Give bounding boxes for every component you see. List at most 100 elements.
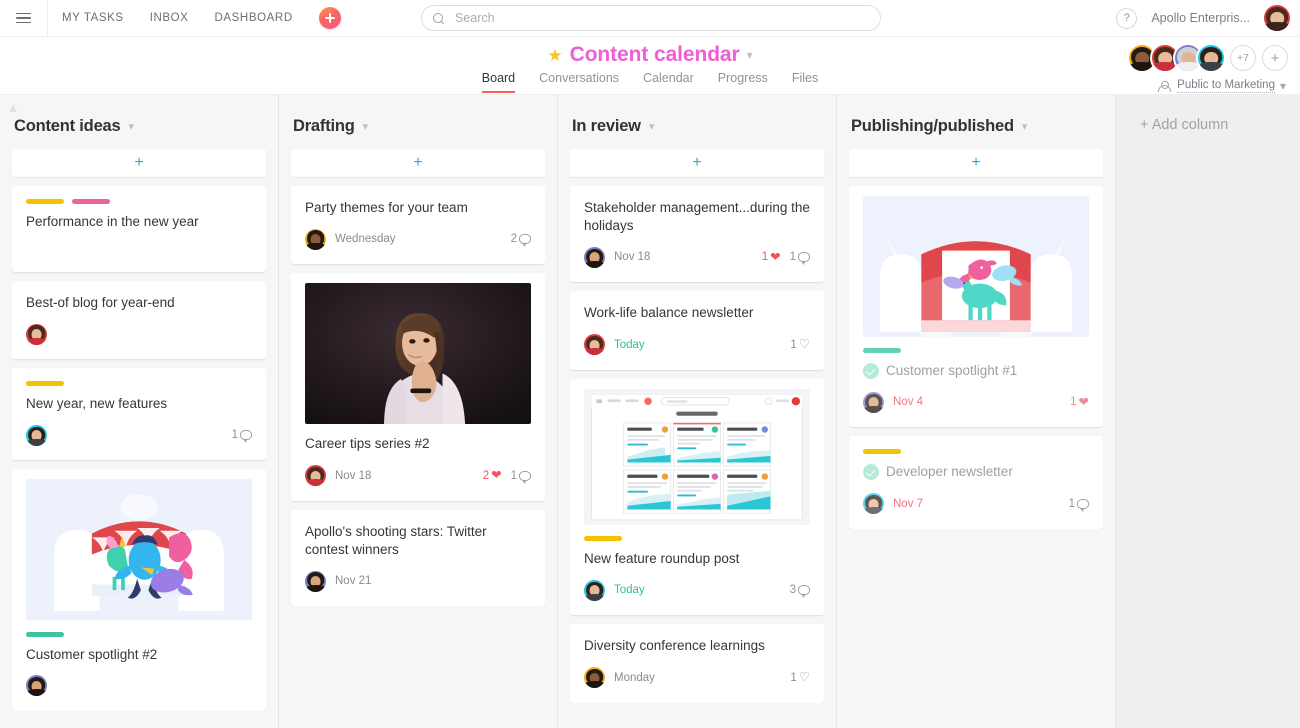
chevron-down-icon[interactable]: ▾ <box>363 120 369 133</box>
avatar[interactable] <box>584 579 605 601</box>
tag-row <box>863 348 1089 354</box>
tag-row <box>863 449 1089 455</box>
due-date: Nov 21 <box>335 575 372 588</box>
like-count[interactable]: 1 ♡ <box>790 671 810 684</box>
nav-dashboard[interactable]: DASHBOARD <box>214 12 292 24</box>
card-metrics: 1 <box>232 429 252 444</box>
card-title: Customer spotlight #1 <box>863 362 1089 380</box>
star-icon[interactable]: ★ <box>547 47 562 64</box>
tab-board[interactable]: Board <box>481 71 516 93</box>
chevron-down-icon[interactable]: ▾ <box>649 120 655 133</box>
column-header[interactable]: Drafting ▾ <box>291 95 545 141</box>
comment-count[interactable]: 1 <box>790 251 810 266</box>
avatar[interactable] <box>863 391 884 413</box>
page-title[interactable]: Content calendar <box>570 43 740 67</box>
add-card-button[interactable]: + <box>849 149 1103 177</box>
like-count[interactable]: 1 ♡ <box>790 338 810 351</box>
top-bar: MY TASKS INBOX DASHBOARD ? Apollo Enterp… <box>0 0 1300 37</box>
column-header[interactable]: Content ideas ▾ <box>12 95 266 141</box>
avatar[interactable] <box>26 675 47 697</box>
column-header[interactable]: Publishing/published ▾ <box>849 95 1103 141</box>
avatar[interactable] <box>1196 43 1226 73</box>
task-card[interactable]: Developer newsletter Nov 7 1 <box>849 436 1103 529</box>
tab-conversations[interactable]: Conversations <box>539 71 619 93</box>
card-metrics: 3 <box>790 584 810 599</box>
chevron-down-icon[interactable]: ▾ <box>747 48 753 62</box>
quick-add-icon[interactable] <box>318 7 341 29</box>
task-card[interactable]: New feature roundup post Today 3 <box>570 378 824 616</box>
avatar[interactable] <box>584 334 605 356</box>
card-title: Developer newsletter <box>863 463 1089 481</box>
tag-yellow <box>26 199 64 204</box>
due-date: Nov 7 <box>893 497 924 510</box>
comment-count[interactable]: 3 <box>790 584 810 599</box>
avatar[interactable] <box>584 667 605 689</box>
chevron-up-icon[interactable]: ▲ <box>6 101 20 115</box>
tag-row <box>584 536 810 542</box>
member-overflow-count[interactable]: +7 <box>1230 45 1256 71</box>
board-canvas: ▲ Content ideas ▾ + Performance in the n… <box>0 95 1300 728</box>
task-card[interactable]: Best-of blog for year-end <box>12 281 266 360</box>
avatar[interactable] <box>584 246 605 268</box>
column-title: Content ideas <box>14 116 121 135</box>
tab-files[interactable]: Files <box>792 71 818 93</box>
chevron-down-icon[interactable]: ▾ <box>1022 120 1028 133</box>
avatar[interactable] <box>305 465 326 487</box>
avatar[interactable] <box>26 424 47 446</box>
card-footer: Today 3 <box>584 579 810 601</box>
task-card[interactable]: Performance in the new year <box>12 186 266 272</box>
project-privacy[interactable]: Public to Marketing ▾ <box>1157 79 1286 93</box>
add-card-button[interactable]: + <box>291 149 545 177</box>
task-card[interactable]: Party themes for your team Wednesday 2 <box>291 186 545 265</box>
like-count[interactable]: 1 ❤ <box>762 251 781 264</box>
column-header[interactable]: In review ▾ <box>570 95 824 141</box>
tab-progress[interactable]: Progress <box>718 71 768 93</box>
add-card-button[interactable]: + <box>570 149 824 177</box>
task-card[interactable]: Career tips series #2 Nov 18 2 ❤ 1 <box>291 273 545 501</box>
board-column: Drafting ▾ + Party themes for your team … <box>279 95 558 728</box>
column-title: Drafting <box>293 116 355 135</box>
comment-icon <box>240 430 252 444</box>
avatar[interactable] <box>305 228 326 250</box>
comment-count[interactable]: 2 <box>511 233 531 248</box>
like-count[interactable]: 1 ❤ <box>1070 396 1089 409</box>
help-icon[interactable]: ? <box>1116 7 1138 29</box>
chevron-down-icon[interactable]: ▾ <box>1280 79 1286 93</box>
avatar[interactable] <box>26 323 47 345</box>
task-card[interactable]: New year, new features 1 <box>12 368 266 461</box>
comment-icon <box>519 470 531 484</box>
completed-check-icon[interactable] <box>863 363 879 380</box>
task-card[interactable]: Customer spotlight #1 Nov 4 1 ❤ <box>849 186 1103 428</box>
comment-count[interactable]: 1 <box>232 429 252 444</box>
like-count[interactable]: 2 ❤ <box>483 469 502 482</box>
add-member-button[interactable]: + <box>1262 45 1288 71</box>
add-column-button[interactable]: + Add column <box>1116 95 1228 728</box>
user-avatar[interactable] <box>1264 5 1290 31</box>
nav-inbox[interactable]: INBOX <box>150 12 189 24</box>
hamburger-menu-icon[interactable] <box>0 0 48 37</box>
task-card[interactable]: Stakeholder management...during the holi… <box>570 186 824 283</box>
task-card[interactable]: Diversity conference learnings Monday 1 … <box>570 624 824 703</box>
column-title: Publishing/published <box>851 116 1014 135</box>
heart-outline-icon: ♡ <box>798 670 810 685</box>
completed-check-icon[interactable] <box>863 464 879 481</box>
avatar[interactable] <box>863 493 884 515</box>
comment-count[interactable]: 1 <box>511 470 531 484</box>
illustration-circus-unicorns <box>26 479 252 621</box>
task-card[interactable]: Work-life balance newsletter Today 1 ♡ <box>570 291 824 370</box>
tab-calendar[interactable]: Calendar <box>643 71 694 93</box>
card-footer: Nov 7 1 <box>863 493 1089 515</box>
comment-count[interactable]: 1 <box>1069 498 1089 512</box>
search-bar[interactable] <box>421 5 881 31</box>
chevron-down-icon[interactable]: ▾ <box>129 120 135 133</box>
task-card[interactable]: Apollo's shooting stars: Twitter contest… <box>291 509 545 607</box>
nav-my-tasks[interactable]: MY TASKS <box>62 12 124 24</box>
add-card-button[interactable]: + <box>12 149 266 177</box>
organization-name[interactable]: Apollo Enterpris... <box>1151 11 1250 25</box>
task-card[interactable]: Customer spotlight #2 <box>12 469 266 711</box>
member-avatars: +7 + <box>1127 43 1288 73</box>
search-input[interactable] <box>455 11 835 25</box>
card-title: Stakeholder management...during the holi… <box>584 200 810 234</box>
due-date: Today <box>614 338 645 351</box>
avatar[interactable] <box>305 570 326 592</box>
